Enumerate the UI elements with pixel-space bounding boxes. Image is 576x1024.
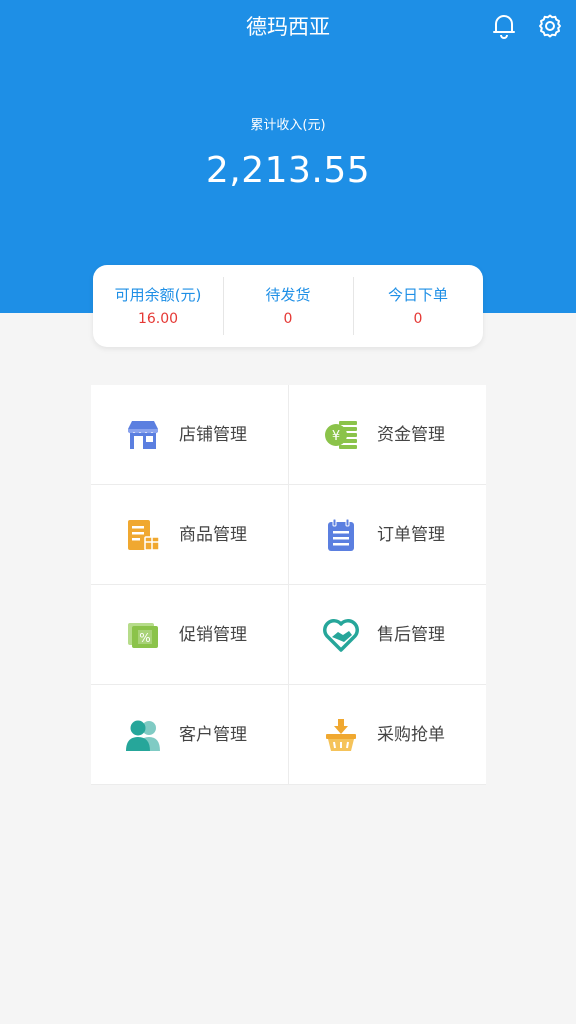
menu-item-goods-management[interactable]: 商品管理	[91, 485, 288, 584]
summary-available-balance[interactable]: 可用余额(元) 16.00	[93, 265, 223, 347]
menu-item-purchase-grab-order[interactable]: 采购抢单	[289, 685, 486, 784]
menu-label: 售后管理	[377, 624, 445, 645]
menu-label: 客户管理	[179, 724, 247, 745]
customer-icon	[123, 715, 163, 755]
summary-today-orders[interactable]: 今日下单 0	[353, 265, 483, 347]
svg-text:%: %	[139, 631, 150, 645]
menu-label: 资金管理	[377, 424, 445, 445]
promotion-icon: %	[123, 615, 163, 655]
menu-label: 订单管理	[377, 524, 445, 545]
summary-value: 0	[283, 310, 293, 327]
menu-item-fund-management[interactable]: ¥ 资金管理	[289, 385, 486, 484]
summary-card: 可用余额(元) 16.00 待发货 0 今日下单 0	[93, 265, 483, 347]
summary-label: 待发货	[265, 285, 311, 304]
menu-item-order-management[interactable]: 订单管理	[289, 485, 486, 584]
summary-label: 可用余额(元)	[114, 285, 202, 304]
menu-label: 采购抢单	[377, 724, 445, 745]
menu-item-customer-management[interactable]: 客户管理	[91, 685, 288, 784]
order-icon	[321, 515, 361, 555]
store-icon	[123, 415, 163, 455]
summary-value: 16.00	[137, 310, 179, 327]
purchase-basket-icon	[321, 715, 361, 755]
menu-item-promotion-management[interactable]: % 促销管理	[91, 585, 288, 684]
income-label: 累计收入(元)	[250, 118, 326, 133]
goods-icon	[123, 515, 163, 555]
menu-label: 促销管理	[179, 624, 247, 645]
income-value: 2,213.55	[205, 150, 371, 191]
menu-item-store-management[interactable]: 店铺管理	[91, 385, 288, 484]
svg-text:¥: ¥	[332, 429, 340, 444]
summary-label: 今日下单	[387, 285, 448, 304]
bell-icon[interactable]	[490, 12, 518, 40]
menu-label: 商品管理	[179, 524, 247, 545]
menu-label: 店铺管理	[179, 424, 247, 445]
menu-item-after-sales-management[interactable]: 售后管理	[289, 585, 486, 684]
summary-value: 0	[413, 310, 423, 327]
money-icon: ¥	[321, 415, 361, 455]
summary-pending-shipment[interactable]: 待发货 0	[223, 265, 353, 347]
after-sales-icon	[321, 615, 361, 655]
gear-icon[interactable]	[536, 12, 564, 40]
menu-grid: 店铺管理 ¥ 资金管理 商品管理 订单管理 % 促销管理 售后管理 客户管理 采…	[91, 385, 486, 785]
